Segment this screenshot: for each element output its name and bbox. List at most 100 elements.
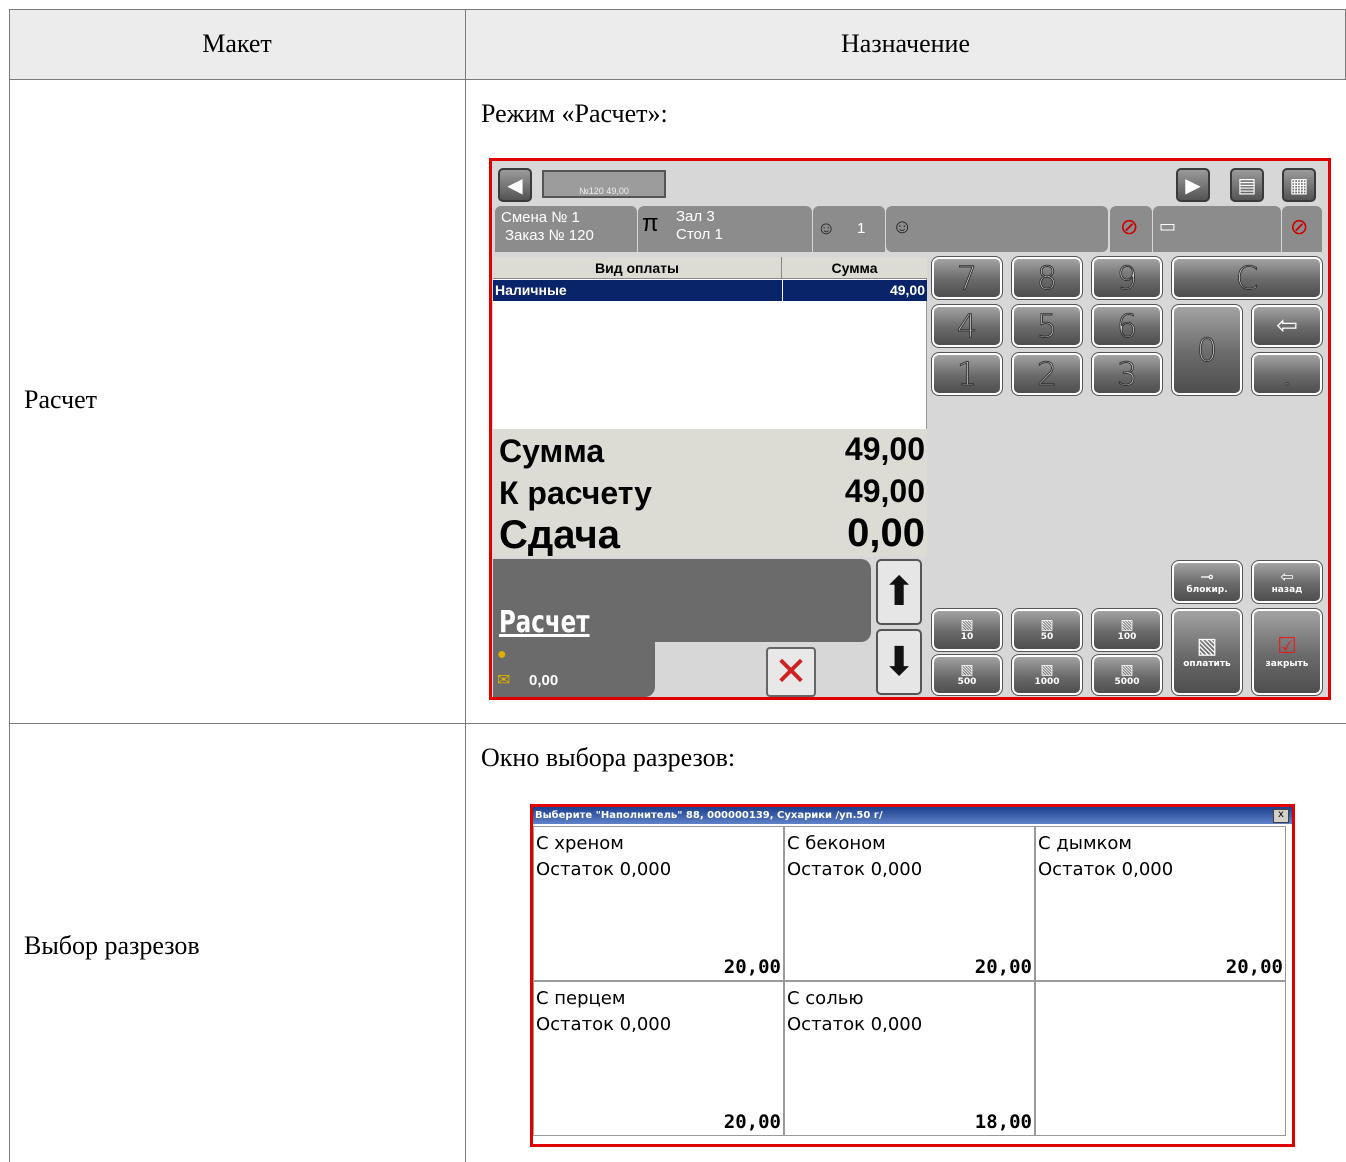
- order-document-button[interactable]: ▤: [1230, 168, 1264, 202]
- key-3[interactable]: 3: [1091, 352, 1163, 396]
- coins-icon: ●: [497, 646, 507, 663]
- pay-button[interactable]: ▧ оплатить: [1171, 608, 1243, 696]
- arrow-up-icon: ⬆: [882, 570, 916, 614]
- due-label: К расчету: [499, 475, 652, 511]
- mode-label: Расчет: [499, 605, 590, 640]
- no-card-tab[interactable]: ⊘: [1282, 206, 1322, 252]
- banknote-icon: ▧: [960, 662, 974, 678]
- close-icon[interactable]: x: [1273, 809, 1289, 823]
- remove-customer-tab[interactable]: ⊘: [1110, 206, 1152, 252]
- table-border: [9, 723, 1346, 724]
- scroll-down-button[interactable]: ⬇: [876, 629, 922, 695]
- key-0[interactable]: 0: [1171, 304, 1243, 396]
- key-2[interactable]: 2: [1011, 352, 1083, 396]
- key-backspace[interactable]: ⇦: [1251, 304, 1323, 348]
- key-9[interactable]: 9: [1091, 256, 1163, 300]
- order-field: №120 49,00: [542, 170, 666, 198]
- no-customer-icon: ⊘: [1120, 214, 1139, 239]
- key-1[interactable]: 1: [931, 352, 1003, 396]
- bonus-value: 0,00: [529, 672, 559, 689]
- hall-table-tab[interactable]: π Зал 3 Стол 1: [638, 206, 812, 252]
- arrow-right-icon: ▶: [1185, 174, 1201, 197]
- mode-panel: Расчет: [493, 559, 871, 642]
- due-value: 49,00: [844, 473, 925, 509]
- table-border: [9, 79, 1346, 80]
- banknote-icon: ▧: [1120, 617, 1134, 633]
- shift-order-tab[interactable]: Смена № 1 Заказ № 120: [495, 206, 637, 252]
- window-title: Выберите "Наполнитель" 88, 000000139, Су…: [533, 807, 1292, 824]
- printer-icon: ▦: [1289, 174, 1309, 197]
- banknote-5000-button[interactable]: ▧ 5000: [1091, 654, 1163, 696]
- guests-count: 1: [857, 220, 866, 237]
- change-value: 0,00: [847, 511, 925, 555]
- cut-item[interactable]: С хреном Остаток 0,000 20,00: [533, 826, 784, 981]
- cut-item-empty: [1035, 981, 1286, 1136]
- block-button[interactable]: ⊸ блокир.: [1171, 560, 1243, 604]
- header-layout: Макет: [202, 29, 272, 58]
- banknote-50-button[interactable]: ▧ 50: [1011, 608, 1083, 652]
- total-label: Сумма: [499, 433, 605, 469]
- customer-icon: ☺: [892, 216, 913, 238]
- row-layout-payment: Расчет: [24, 385, 97, 414]
- cut-item[interactable]: С перцем Остаток 0,000 20,00: [533, 981, 784, 1136]
- backspace-icon: ⇦: [1276, 311, 1298, 341]
- banknote-500-button[interactable]: ▧ 500: [931, 654, 1003, 696]
- key-5[interactable]: 5: [1011, 304, 1083, 348]
- table-label: Стол 1: [676, 226, 723, 243]
- payment-table: Вид оплаты Сумма Наличные 49,00: [493, 257, 927, 429]
- card-icon: ▭: [1159, 216, 1177, 236]
- back-icon: ⇦: [1280, 567, 1294, 586]
- banknote-100-button[interactable]: ▧ 100: [1091, 608, 1163, 652]
- key-6[interactable]: 6: [1091, 304, 1163, 348]
- row-purpose-cuts: Окно выбора разрезов:: [481, 743, 736, 772]
- bonus-panel: ● ✉ 0,00: [493, 642, 655, 697]
- key-8[interactable]: 8: [1011, 256, 1083, 300]
- guests-icon: ☺: [817, 218, 836, 238]
- guests-tab[interactable]: ☺ 1: [813, 206, 885, 252]
- cancel-button[interactable]: ✕: [766, 647, 816, 697]
- key-dot[interactable]: .: [1251, 352, 1323, 396]
- cut-item[interactable]: С солью Остаток 0,000 18,00: [784, 981, 1035, 1136]
- banknote-icon: ▧: [1040, 617, 1054, 633]
- stool-icon: π: [642, 210, 659, 237]
- shift-label: Смена № 1: [501, 209, 580, 226]
- hall-label: Зал 3: [676, 208, 715, 225]
- banknote-10-button[interactable]: ▧ 10: [931, 608, 1003, 652]
- header-purpose: Назначение: [841, 29, 970, 58]
- table-border: [465, 9, 466, 1162]
- back-arrow-button[interactable]: ◀: [498, 168, 532, 202]
- banknote-icon: ▧: [1120, 662, 1134, 678]
- key-clear[interactable]: C: [1171, 256, 1323, 300]
- banknote-icon: ▧: [1040, 662, 1054, 678]
- col-payment-type: Вид оплаты: [493, 257, 782, 279]
- forward-arrow-button[interactable]: ▶: [1176, 168, 1210, 202]
- order-label: Заказ № 120: [505, 227, 594, 244]
- payment-screen: ◀ №120 49,00 ▶ ▤ ▦ Смена № 1 Заказ № 120…: [489, 158, 1331, 700]
- table-border: [9, 9, 1346, 10]
- customer-tab[interactable]: ☺: [886, 206, 1108, 252]
- arrow-left-icon: ◀: [507, 174, 523, 197]
- cut-selection-window: Выберите "Наполнитель" 88, 000000139, Су…: [530, 804, 1295, 1147]
- scroll-up-button[interactable]: ⬆: [876, 559, 922, 625]
- printer-button[interactable]: ▦: [1282, 168, 1316, 202]
- document-icon: ▤: [1237, 174, 1257, 197]
- row-purpose-payment: Режим «Расчет»:: [481, 99, 668, 128]
- key-7[interactable]: 7: [931, 256, 1003, 300]
- change-label: Сдача: [499, 513, 620, 557]
- banknote-1000-button[interactable]: ▧ 1000: [1011, 654, 1083, 696]
- table-row[interactable]: Наличные 49,00: [493, 280, 927, 301]
- close-check-button[interactable]: ☑ закрыть: [1251, 608, 1323, 696]
- table-border: [9, 9, 10, 1162]
- arrow-down-icon: ⬇: [882, 640, 916, 684]
- money-stack-icon: ▧: [1196, 634, 1218, 659]
- key-icon: ⊸: [1200, 567, 1214, 586]
- cut-item[interactable]: С беконом Остаток 0,000 20,00: [784, 826, 1035, 981]
- totals-panel: Сумма 49,00 К расчету 49,00 Сдача 0,00: [493, 429, 927, 557]
- checkmark-icon: ☑: [1277, 634, 1297, 659]
- key-4[interactable]: 4: [931, 304, 1003, 348]
- card-tab[interactable]: ▭: [1153, 206, 1281, 252]
- back-button[interactable]: ⇦ назад: [1251, 560, 1323, 604]
- banknote-icon: ▧: [960, 617, 974, 633]
- col-amount: Сумма: [782, 257, 927, 279]
- cut-item[interactable]: С дымком Остаток 0,000 20,00: [1035, 826, 1286, 981]
